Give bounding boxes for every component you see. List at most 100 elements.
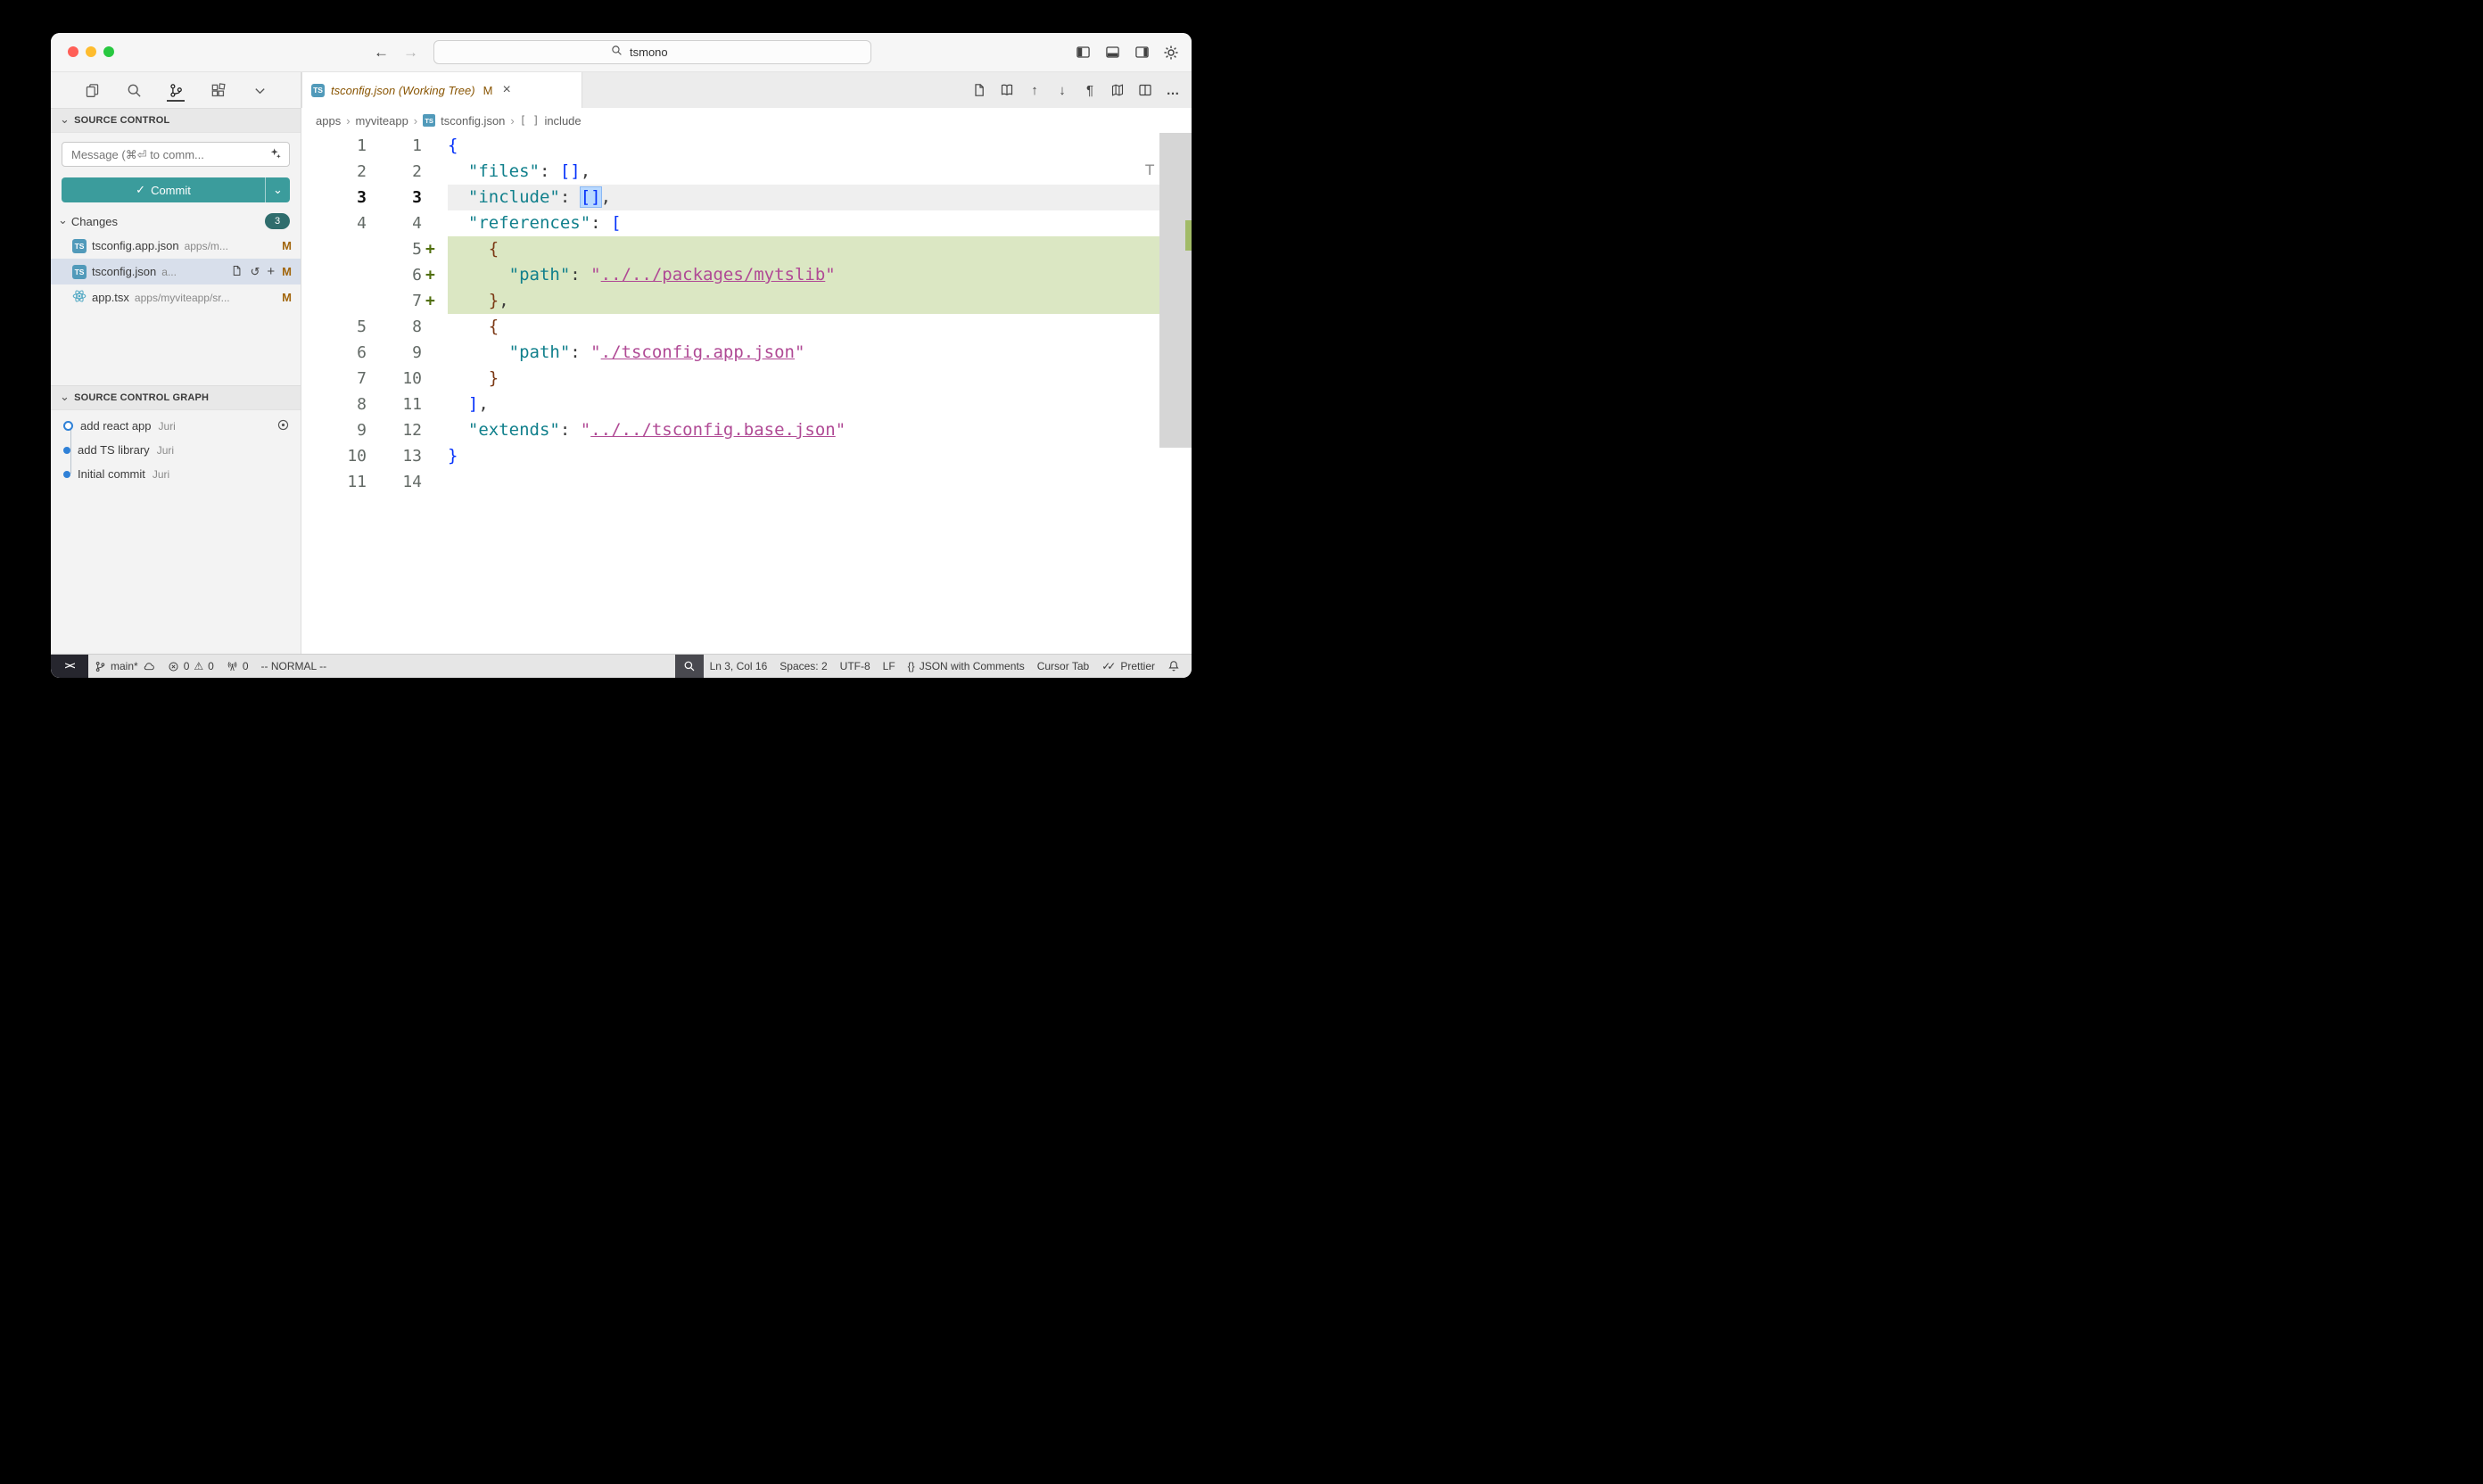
whitespace-icon[interactable]: ¶ (1082, 82, 1098, 98)
code-line[interactable]: 58 { (301, 314, 1159, 340)
status-bar: >< main* 0 ⚠ 0 0 -- NORMAL -- (51, 654, 1192, 678)
vscode-window: ← → (51, 33, 1192, 678)
discard-changes-icon[interactable]: ↺ (250, 266, 260, 277)
git-status-modified: M (282, 291, 292, 304)
editor-scrollbar[interactable] (1159, 133, 1192, 654)
open-changes-icon[interactable] (999, 82, 1015, 98)
code-line[interactable]: 710 } (301, 366, 1159, 392)
changes-file-list: TStsconfig.app.jsonapps/m...MTStsconfig.… (51, 233, 301, 310)
added-line-marker (422, 314, 448, 340)
open-file-icon[interactable] (971, 82, 987, 98)
close-tab-icon[interactable]: × (502, 83, 510, 97)
notifications-bell[interactable] (1161, 655, 1192, 678)
changed-file-row[interactable]: TStsconfig.app.jsonapps/m...M (51, 233, 301, 259)
search-view-icon[interactable] (125, 78, 143, 102)
problems-status[interactable]: 0 ⚠ 0 (161, 655, 220, 678)
new-line-number: 7 (367, 288, 422, 314)
code-editor[interactable]: 11{22 "files": [],33 "include": [],44 "r… (301, 133, 1192, 654)
next-change-icon[interactable]: ↓ (1054, 82, 1070, 98)
code-line[interactable]: 22 "files": [], (301, 159, 1159, 185)
new-line-number: 14 (367, 469, 422, 495)
typescript-file-icon: TS (423, 114, 435, 127)
commit-row[interactable]: Initial commitJuri (51, 462, 301, 486)
toggle-primary-sidebar-icon[interactable] (1075, 45, 1091, 61)
split-editor-icon[interactable] (1137, 82, 1153, 98)
code-text: "files": [], (448, 159, 1159, 185)
breadcrumb-include[interactable]: include (544, 114, 581, 128)
added-line-marker (422, 159, 448, 185)
source-control-icon[interactable] (167, 78, 185, 102)
commit-row[interactable]: add TS libraryJuri (51, 438, 301, 462)
double-check-icon: ✓✓ (1101, 660, 1112, 672)
code-line[interactable]: 44 "references": [ (301, 210, 1159, 236)
array-symbol-icon: [ ] (520, 114, 540, 127)
explorer-icon[interactable] (83, 78, 101, 102)
breadcrumb-apps[interactable]: apps (316, 114, 341, 128)
search-input[interactable] (628, 45, 694, 60)
commit-message: Initial commit (78, 467, 145, 481)
new-line-number: 6 (367, 262, 422, 288)
toggle-secondary-sidebar-icon[interactable] (1134, 45, 1150, 61)
zoom-indicator[interactable] (675, 655, 704, 678)
more-actions-icon[interactable]: … (1165, 82, 1181, 98)
forward-icon[interactable]: → (403, 44, 418, 62)
chevron-down-icon: ⌄ (58, 214, 68, 226)
scrollbar-thumb[interactable] (1159, 133, 1192, 448)
code-line[interactable]: 5+ { (301, 236, 1159, 262)
old-line-number: 5 (301, 314, 367, 340)
previous-change-icon[interactable]: ↑ (1027, 82, 1043, 98)
close-window-button[interactable] (68, 46, 78, 57)
ports-status[interactable]: 0 (220, 655, 255, 678)
command-center-search[interactable] (433, 40, 871, 64)
maximize-window-button[interactable] (103, 46, 114, 57)
breadcrumb-separator: › (414, 114, 417, 128)
commit-button[interactable]: ✓ Commit ⌄ (62, 177, 290, 202)
chevron-down-icon[interactable] (251, 78, 268, 102)
source-control-header[interactable]: ⌄ SOURCE CONTROL (51, 108, 301, 133)
toggle-panel-icon[interactable] (1104, 45, 1120, 61)
commit-message-input[interactable] (70, 147, 269, 162)
code-line[interactable]: 1114 (301, 469, 1159, 495)
back-icon[interactable]: ← (374, 44, 389, 62)
bell-icon (1167, 660, 1180, 672)
formatter-status[interactable]: ✓✓ Prettier (1095, 655, 1161, 678)
code-line[interactable]: 33 "include": [], (301, 185, 1159, 210)
settings-gear-icon[interactable] (1163, 45, 1179, 61)
code-line[interactable]: 6+ "path": "../../packages/mytslib" (301, 262, 1159, 288)
breadcrumb-tsconfig[interactable]: tsconfig.json (441, 114, 505, 128)
commit-message-box[interactable] (62, 142, 290, 167)
encoding-status[interactable]: UTF-8 (834, 655, 877, 678)
git-status-modified: M (282, 239, 292, 252)
source-control-graph-header[interactable]: ⌄ SOURCE CONTROL GRAPH (51, 385, 301, 410)
code-line[interactable]: 1013} (301, 443, 1159, 469)
tab-title: tsconfig.json (Working Tree) (331, 84, 475, 97)
branch-status[interactable]: main* (88, 655, 161, 678)
commit-dropdown-button[interactable]: ⌄ (265, 177, 290, 202)
changed-file-row[interactable]: TStsconfig.jsona...↺+M (51, 259, 301, 284)
code-line[interactable]: 912 "extends": "../../tsconfig.base.json… (301, 417, 1159, 443)
remote-indicator[interactable]: >< (51, 655, 88, 678)
code-line[interactable]: 7+ }, (301, 288, 1159, 314)
eol-status[interactable]: LF (877, 655, 902, 678)
code-line[interactable]: 11{ (301, 133, 1159, 159)
language-mode[interactable]: {} JSON with Comments (902, 655, 1031, 678)
breadcrumb: apps › myviteapp › TS tsconfig.json › [ … (301, 108, 1192, 133)
open-file-icon[interactable] (231, 265, 243, 278)
commit-row[interactable]: add react appJuri (51, 414, 301, 438)
stage-changes-icon[interactable]: + (267, 265, 275, 278)
file-path: apps/m... (185, 240, 228, 252)
extensions-icon[interactable] (209, 78, 227, 102)
minimize-window-button[interactable] (86, 46, 96, 57)
changed-file-row[interactable]: app.tsxapps/myviteapp/sr...M (51, 284, 301, 310)
copilot-sparkle-icon[interactable] (269, 147, 282, 162)
breadcrumb-myviteapp[interactable]: myviteapp (356, 114, 408, 128)
map-icon[interactable] (1110, 82, 1126, 98)
cursor-position[interactable]: Ln 3, Col 16 (704, 655, 774, 678)
checkout-target-icon[interactable] (276, 418, 290, 434)
cursor-tab-status[interactable]: Cursor Tab (1031, 655, 1095, 678)
code-line[interactable]: 69 "path": "./tsconfig.app.json" (301, 340, 1159, 366)
changes-section-header[interactable]: ⌄ Changes 3 (51, 210, 301, 233)
indentation-status[interactable]: Spaces: 2 (773, 655, 833, 678)
code-line[interactable]: 811 ], (301, 392, 1159, 417)
tab-tsconfig-working-tree[interactable]: TS tsconfig.json (Working Tree) M × (301, 72, 582, 108)
